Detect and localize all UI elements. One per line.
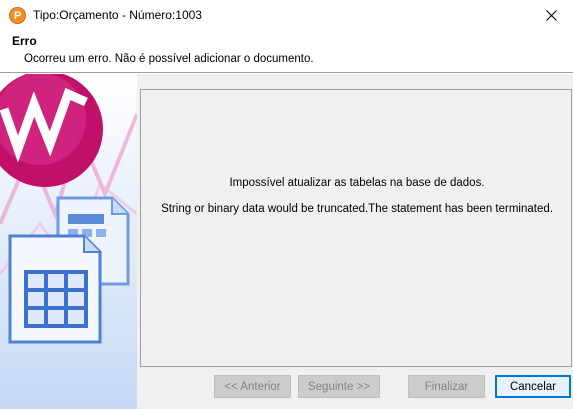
error-message-panel: Impossível atualizar as tabelas na base …	[140, 89, 572, 367]
wizard-header: Erro Ocorreu um erro. Não é possível adi…	[0, 31, 573, 71]
window-title: Tipo:Orçamento - Número:1003	[33, 8, 202, 22]
wizard-side-image	[0, 74, 137, 409]
next-button[interactable]: Seguinte >>	[298, 375, 380, 398]
wizard-illustration	[0, 74, 137, 344]
header-description: Ocorreu um erro. Não é possível adiciona…	[24, 53, 314, 65]
error-message-line1: Impossível atualizar as tabelas na base …	[229, 177, 485, 189]
spreadsheet-icon	[8, 234, 102, 344]
app-icon: P	[9, 7, 26, 24]
finish-button[interactable]: Finalizar	[408, 375, 485, 398]
logo-sphere-icon	[0, 74, 103, 187]
title-bar: P Tipo:Orçamento - Número:1003	[0, 0, 573, 31]
close-button[interactable]	[529, 0, 573, 30]
back-button[interactable]: << Anterior	[214, 375, 291, 398]
error-message-line2: String or binary data would be truncated…	[161, 203, 553, 215]
close-icon	[545, 9, 557, 21]
header-title: Erro	[12, 34, 37, 48]
cancel-button[interactable]: Cancelar	[495, 375, 571, 398]
